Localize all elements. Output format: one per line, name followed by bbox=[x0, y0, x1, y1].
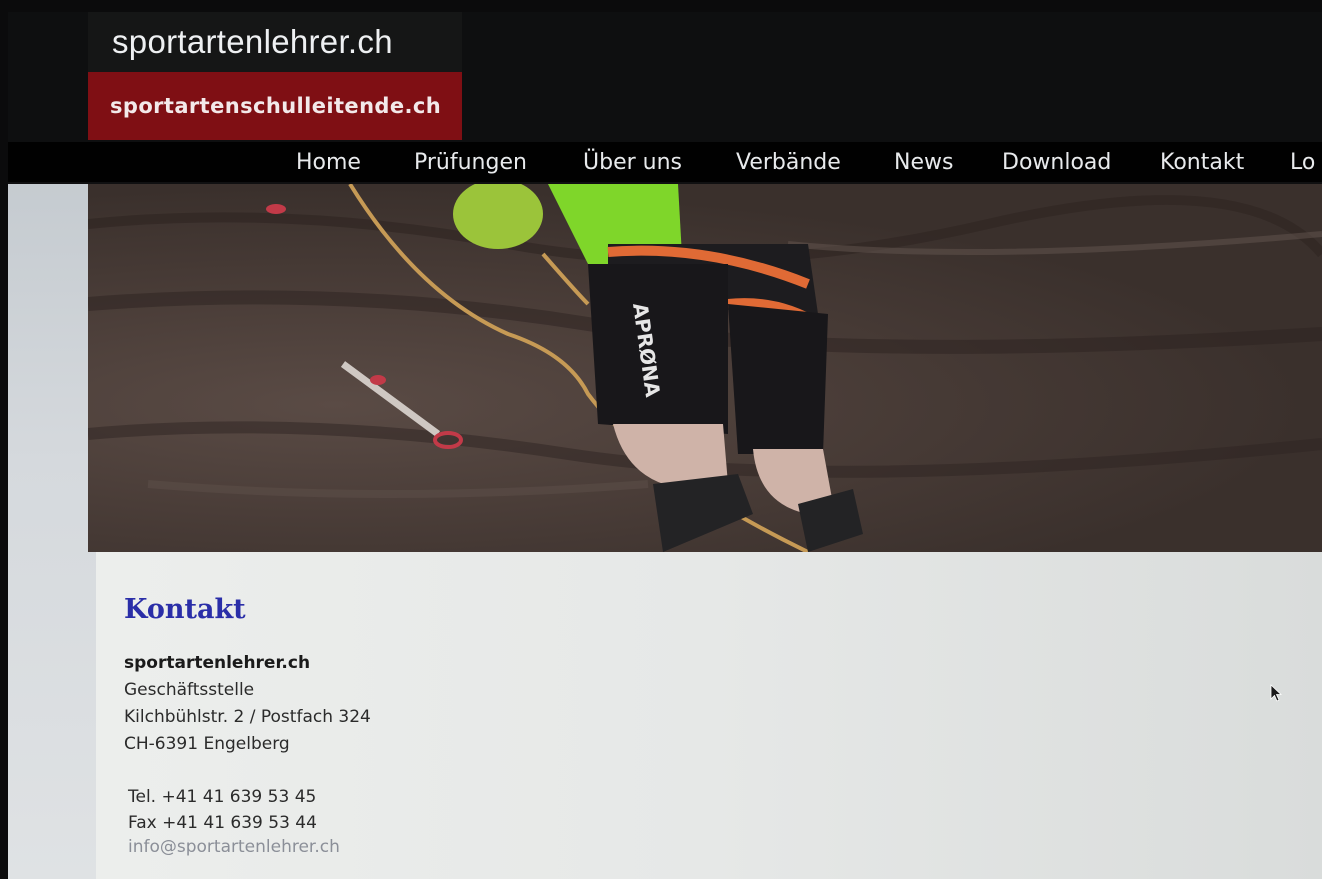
nav-item-news[interactable]: News bbox=[894, 148, 953, 178]
email-link[interactable]: info@sportartenlehrer.ch bbox=[128, 837, 340, 857]
org-name: sportartenlehrer.ch bbox=[124, 653, 311, 673]
nav-item-login[interactable]: Lo bbox=[1290, 148, 1315, 178]
phone-number: Tel. +41 41 639 53 45 bbox=[128, 787, 317, 807]
site-subtitle-text: sportartenschulleitende.ch bbox=[110, 94, 442, 118]
fax-number: Fax +41 41 639 53 44 bbox=[128, 813, 317, 833]
hero-image: APRØNA bbox=[88, 184, 1322, 552]
mouse-cursor-icon bbox=[1270, 684, 1283, 702]
nav-item-ueber-uns[interactable]: Über uns bbox=[583, 148, 682, 178]
nav-item-home[interactable]: Home bbox=[296, 148, 361, 178]
nav-item-verbaende[interactable]: Verbände bbox=[736, 148, 841, 178]
page-title: Kontakt bbox=[124, 594, 246, 625]
site-header: sportartenlehrer.ch sportartenschulleite… bbox=[8, 12, 1322, 184]
address-line-1: Geschäftsstelle bbox=[124, 680, 255, 700]
browser-screen: APRØNA sportartenlehrer.ch sportartensch… bbox=[8, 12, 1322, 879]
site-logo-title[interactable]: sportartenlehrer.ch bbox=[88, 12, 462, 72]
address-line-2: Kilchbühlstr. 2 / Postfach 324 bbox=[124, 707, 371, 727]
climber-illustration: APRØNA bbox=[88, 184, 1322, 552]
main-navigation: Home Prüfungen Über uns Verbände News Do… bbox=[8, 142, 1322, 184]
site-title-text: sportartenlehrer.ch bbox=[112, 23, 393, 60]
address-line-3: CH-6391 Engelberg bbox=[124, 734, 290, 754]
site-logo-subtitle[interactable]: sportartenschulleitende.ch bbox=[88, 72, 462, 140]
left-margin bbox=[8, 182, 96, 879]
nav-item-kontakt[interactable]: Kontakt bbox=[1160, 148, 1244, 178]
nav-item-pruefungen[interactable]: Prüfungen bbox=[414, 148, 527, 178]
nav-item-download[interactable]: Download bbox=[1002, 148, 1111, 178]
content-area: Kontakt sportartenlehrer.ch Geschäftsste… bbox=[96, 552, 1322, 879]
